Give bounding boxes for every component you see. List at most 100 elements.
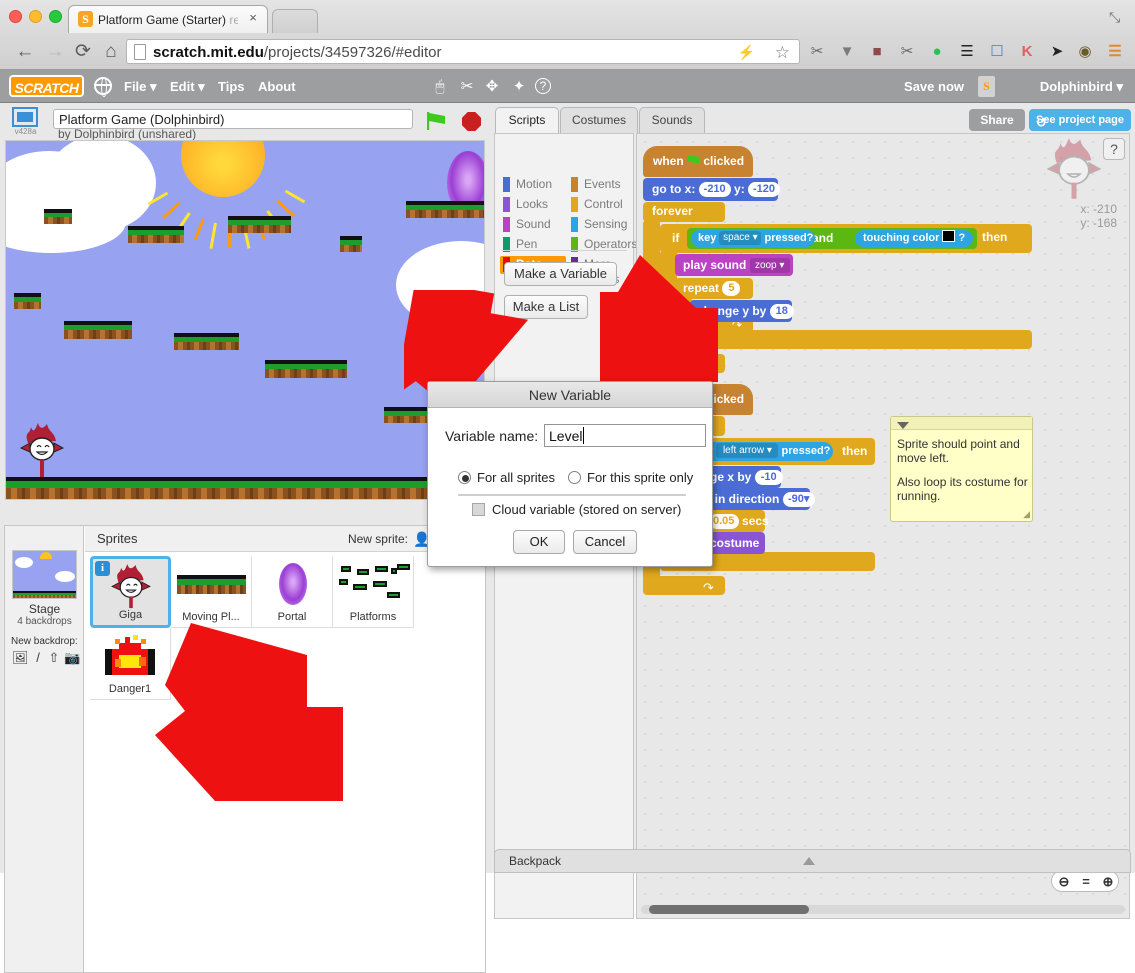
comment-titlebar[interactable] xyxy=(891,417,1032,430)
menu-file[interactable]: File ▾ xyxy=(124,79,157,95)
wrench-icon[interactable]: ✂ xyxy=(806,42,828,62)
pocket-icon[interactable]: ▼ xyxy=(836,42,858,62)
wrench2-icon[interactable]: ✂ xyxy=(896,42,918,62)
input-wait[interactable]: 0.05 xyxy=(708,514,739,529)
dropdown-key[interactable]: space ▾ xyxy=(719,231,762,245)
color-picker-swatch[interactable] xyxy=(942,230,956,242)
browser-tab[interactable]: S Platform Game (Starter) rem × xyxy=(68,5,268,33)
lightning-icon[interactable]: ⚡ xyxy=(738,44,755,61)
category-looks[interactable]: Looks xyxy=(503,196,561,214)
tab-scripts[interactable]: Scripts xyxy=(495,107,559,134)
block-when-flag-clicked-1[interactable]: when clicked xyxy=(643,146,753,177)
checkbox[interactable] xyxy=(472,503,485,516)
green-flag-button[interactable] xyxy=(426,111,448,131)
close-icon[interactable]: × xyxy=(246,11,260,25)
home-icon[interactable]: ⌂ xyxy=(100,41,122,62)
input-x[interactable]: -210 xyxy=(698,182,731,197)
maximize-icon[interactable]: ⤡ xyxy=(1109,9,1125,25)
zoom-reset-icon[interactable]: = xyxy=(1075,872,1097,891)
bird-icon[interactable]: ➤ xyxy=(1046,42,1068,62)
stage-thumbnail[interactable] xyxy=(12,550,77,599)
scrollbar-thumb[interactable] xyxy=(649,905,809,914)
grow-icon[interactable]: ✥ xyxy=(482,77,502,96)
paint-icon[interactable]: / xyxy=(30,650,46,665)
layers-icon[interactable]: ☰ xyxy=(956,42,978,62)
share-button[interactable]: Share xyxy=(969,109,1025,131)
cancel-button[interactable]: Cancel xyxy=(573,530,637,554)
see-project-page-button[interactable]: ↺ See project page xyxy=(1029,109,1131,131)
horizontal-scrollbar[interactable] xyxy=(641,905,1125,914)
new-tab-button[interactable] xyxy=(272,9,318,33)
eye-icon[interactable]: ◉ xyxy=(1074,42,1096,62)
category-control[interactable]: Control xyxy=(571,196,633,214)
k-icon[interactable]: K xyxy=(1016,42,1038,62)
stop-button[interactable] xyxy=(462,112,481,131)
hangouts-icon[interactable]: ● xyxy=(926,42,948,62)
small-stage-button[interactable]: v428a xyxy=(9,107,42,137)
block-touching-color[interactable]: touching color ? xyxy=(855,230,973,247)
zoom-out-icon[interactable]: ⊖ xyxy=(1053,872,1075,891)
camera-icon[interactable]: 📷 xyxy=(64,650,80,665)
block-go-to-xy[interactable]: go to x: -210 y: -120 xyxy=(643,178,781,201)
category-sensing[interactable]: Sensing xyxy=(571,216,633,234)
address-bar[interactable]: scratch.mit.edu/projects/34597326/#edito… xyxy=(126,39,800,64)
cloud-variable-row[interactable]: Cloud variable (stored on server) xyxy=(472,502,681,517)
frame-icon[interactable]: ☐ xyxy=(986,42,1008,62)
dropdown-sound[interactable]: zoop ▾ xyxy=(749,258,790,273)
menu-icon[interactable]: ☰ xyxy=(1104,42,1126,62)
back-icon[interactable]: ← xyxy=(14,41,36,62)
category-pen[interactable]: Pen xyxy=(503,236,561,254)
input-y[interactable]: -120 xyxy=(748,182,781,197)
image-icon[interactable]: 🖼 xyxy=(12,650,29,665)
input-change-x[interactable]: -10 xyxy=(754,470,783,485)
menu-about[interactable]: About xyxy=(258,79,296,95)
radio-for-this-sprite-only[interactable]: For this sprite only xyxy=(568,470,693,485)
input-change-y[interactable]: 18 xyxy=(769,304,794,319)
window-close-button[interactable] xyxy=(9,10,22,23)
giga-sprite[interactable] xyxy=(19,421,65,479)
avatar[interactable]: S xyxy=(978,76,995,97)
globe-icon[interactable] xyxy=(94,77,112,97)
category-sound[interactable]: Sound xyxy=(503,216,561,234)
category-events[interactable]: Events xyxy=(571,176,633,194)
radio-button[interactable] xyxy=(568,471,581,484)
menu-edit[interactable]: Edit ▾ xyxy=(170,79,205,95)
block-forever[interactable]: forever xyxy=(643,202,725,222)
dropdown-direction[interactable]: -90▾ xyxy=(782,492,815,507)
reload-icon[interactable]: ⟳ xyxy=(72,41,94,62)
bookmark-star-icon[interactable]: ☆ xyxy=(775,43,790,62)
window-zoom-button[interactable] xyxy=(49,10,62,23)
upload-icon[interactable]: ⇧ xyxy=(46,650,62,665)
sprite-item-platforms[interactable]: Platforms xyxy=(333,556,414,628)
scissors-icon[interactable]: ✂ xyxy=(457,77,477,96)
tab-costumes[interactable]: Costumes xyxy=(560,107,638,133)
menu-tips[interactable]: Tips xyxy=(218,79,245,95)
variable-name-input[interactable] xyxy=(544,424,706,447)
dropdown-key-2[interactable]: left arrow ▾ xyxy=(716,443,779,458)
tab-sounds[interactable]: Sounds xyxy=(639,107,705,133)
radio-button[interactable] xyxy=(458,471,471,484)
help-button[interactable]: ? xyxy=(1103,138,1125,160)
stage-selector-cell[interactable]: Stage 4 backdrops New backdrop: 🖼 / ⇧ 📷 xyxy=(5,526,84,972)
chevron-down-icon[interactable] xyxy=(897,422,909,429)
shrink-icon[interactable]: ✦ xyxy=(509,77,529,96)
backpack-panel[interactable]: Backpack xyxy=(494,849,1131,873)
window-minimize-button[interactable] xyxy=(29,10,42,23)
mask-icon[interactable]: ■ xyxy=(866,42,888,62)
radio-for-all-sprites[interactable]: For all sprites xyxy=(458,470,555,485)
save-now-button[interactable]: Save now xyxy=(904,79,964,95)
chevron-up-icon[interactable] xyxy=(803,857,815,865)
input-repeat-count[interactable]: 5 xyxy=(722,281,741,296)
stamp-icon[interactable]: 🖱 xyxy=(430,77,450,96)
help-icon[interactable]: ? xyxy=(535,78,551,94)
block-key-pressed-1[interactable]: key space ▾ pressed? xyxy=(691,230,815,247)
script-comment[interactable]: Sprite should point and move left. Also … xyxy=(890,416,1033,522)
resize-handle[interactable]: ◢ xyxy=(1023,509,1030,520)
zoom-in-icon[interactable]: ⊕ xyxy=(1097,872,1119,891)
forward-icon[interactable]: → xyxy=(44,41,66,62)
category-motion[interactable]: Motion xyxy=(503,176,561,194)
user-menu[interactable]: Dolphinbird ▾ xyxy=(1040,79,1123,95)
project-title-input[interactable] xyxy=(53,109,413,129)
ok-button[interactable]: OK xyxy=(513,530,565,554)
scratch-logo[interactable]: SCRATCH xyxy=(9,75,84,97)
